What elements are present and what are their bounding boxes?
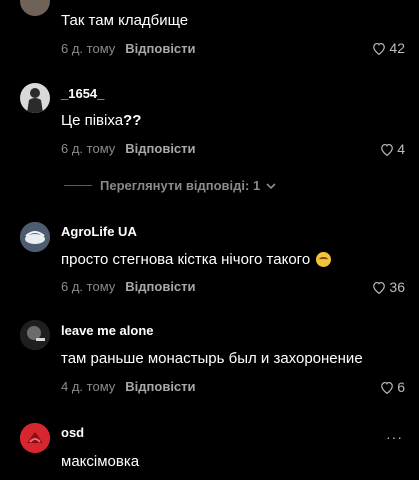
comment-username[interactable]: AgroLife UA [61, 224, 137, 239]
comment-meta: 6 д. тому Відповісти [61, 279, 196, 294]
like-button[interactable]: 36 [372, 279, 405, 295]
comment-text: Так там кладбище [61, 12, 189, 29]
view-replies-button[interactable]: Переглянути відповіді: 1 [64, 178, 276, 193]
like-button[interactable]: 42 [372, 40, 405, 56]
reply-button[interactable]: Відповісти [125, 279, 195, 294]
heart-icon [381, 143, 394, 156]
comment-username[interactable]: _1654_ [61, 86, 104, 101]
comment-text: там раньше монастырь был и захоронение [61, 350, 363, 367]
reply-button[interactable]: Відповісти [125, 379, 195, 394]
heart-icon [373, 42, 386, 55]
avatar[interactable] [20, 423, 50, 453]
comment-time: 6 д. тому [61, 279, 116, 294]
like-count: 4 [397, 141, 405, 157]
like-button[interactable]: 6 [380, 379, 405, 395]
comment-time: 4 д. тому [61, 379, 116, 394]
comment-text-body: просто стегнова кістка нічого такого [61, 251, 311, 268]
comment-text-body: Це півіха [61, 112, 124, 129]
red-logo-icon [20, 423, 50, 453]
heart-icon [381, 381, 394, 394]
comment-text: Це півіха?? [61, 112, 141, 129]
grinning-sweat-emoji-icon [316, 252, 332, 267]
avatar[interactable] [20, 83, 50, 113]
avatar[interactable] [20, 222, 50, 252]
chevron-down-icon [266, 182, 276, 189]
comment-text-suffix: ?? [123, 112, 142, 129]
like-count: 36 [389, 279, 405, 295]
comment-text: просто стегнова кістка нічого такого [61, 251, 332, 268]
dark-portrait-icon [20, 320, 50, 350]
avatar[interactable] [20, 320, 50, 350]
comment-meta: 6 д. тому Відповісти [61, 141, 196, 156]
comment-time: 6 д. тому [61, 141, 116, 156]
comment-meta: 6 д. тому Відповісти [61, 41, 196, 56]
comment-text: максімовка [61, 453, 140, 470]
divider-line [64, 185, 92, 186]
person-silhouette-icon [27, 88, 43, 113]
reply-button[interactable]: Відповісти [125, 141, 195, 156]
reply-button[interactable]: Відповісти [125, 41, 195, 56]
comment-username[interactable]: leave me alone [61, 323, 154, 338]
comment-time: 6 д. тому [61, 41, 116, 56]
like-count: 42 [389, 40, 405, 56]
agro-logo-icon [20, 222, 50, 252]
like-count: 6 [397, 379, 405, 395]
avatar[interactable] [20, 0, 50, 16]
like-button[interactable]: 4 [380, 141, 405, 157]
comment-username[interactable]: osd [61, 425, 84, 440]
view-replies-label: Переглянути відповіді: 1 [100, 178, 261, 193]
comment-meta: 4 д. тому Відповісти [61, 379, 196, 394]
heart-icon [373, 281, 386, 294]
more-options-icon[interactable]: ··· [386, 429, 403, 445]
